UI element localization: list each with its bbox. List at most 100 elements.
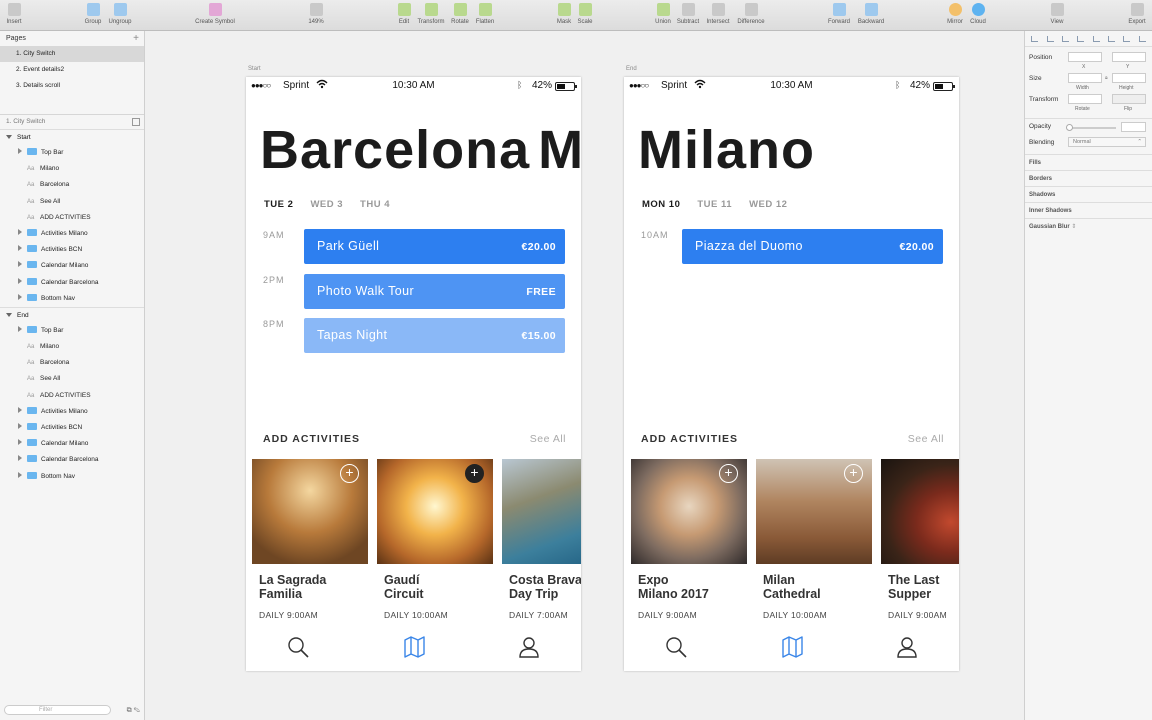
add-activity-icon[interactable]: + — [465, 464, 484, 483]
difference-button[interactable]: Difference — [725, 3, 777, 25]
profile-icon[interactable] — [517, 635, 541, 659]
align-icon[interactable] — [1061, 35, 1069, 42]
artboard-row[interactable]: Start — [0, 129, 144, 145]
disclosure-icon[interactable] — [6, 312, 12, 317]
rotate-input[interactable] — [1068, 94, 1102, 104]
add-activity-icon[interactable]: + — [844, 464, 863, 483]
see-all-link[interactable]: See All — [530, 433, 566, 445]
opacity-slider-handle[interactable] — [1066, 124, 1073, 131]
disclosure-icon[interactable] — [18, 261, 22, 268]
activity-card[interactable]: + Gaudí Circuit DAILY 10:00AM — [377, 459, 493, 620]
disclosure-icon[interactable] — [18, 228, 22, 235]
align-icon[interactable] — [1123, 35, 1131, 42]
disclosure-icon[interactable] — [18, 439, 22, 446]
blending-select[interactable]: Normal ⌃ — [1068, 137, 1146, 147]
y-input[interactable] — [1112, 52, 1146, 62]
add-page-icon[interactable]: + — [133, 32, 139, 46]
align-icon[interactable] — [1077, 35, 1085, 42]
flatten-button[interactable]: Flatten — [459, 3, 511, 25]
backward-button[interactable]: Backward — [845, 3, 897, 25]
create-symbol-button[interactable]: Create Symbol — [189, 3, 241, 25]
disclosure-icon[interactable] — [18, 148, 22, 154]
opacity-slider[interactable] — [1068, 127, 1116, 129]
layer-text-row[interactable]: Aa ADD ACTIVITIES — [0, 388, 144, 404]
align-icon[interactable] — [1108, 35, 1116, 42]
cloud-button[interactable]: Cloud — [952, 3, 1004, 25]
event-card[interactable]: Piazza del Duomo €20.00 — [682, 229, 943, 264]
view-button[interactable]: View — [1031, 3, 1083, 25]
disclosure-icon[interactable] — [18, 471, 22, 478]
layer-group-row[interactable]: Calendar Barcelona — [0, 452, 144, 468]
height-input[interactable] — [1112, 73, 1146, 83]
layer-filter-input[interactable]: Filter — [4, 705, 111, 715]
artboard-end[interactable]: ●●●○○ Sprint 10:30 AM ᛒ 42% Milano MON 10 TUE 1… — [624, 77, 959, 671]
page-item[interactable]: 2. Event details2 — [0, 62, 144, 78]
layer-group-row[interactable]: Calendar Milano — [0, 258, 144, 274]
zoom-control[interactable]: 149% — [290, 3, 342, 25]
align-icon[interactable] — [1138, 35, 1146, 42]
scale-button[interactable]: Scale — [559, 3, 611, 25]
ungroup-button[interactable]: Ungroup — [94, 3, 146, 25]
layer-text-row[interactable]: Aa Milano — [0, 339, 144, 355]
activity-card[interactable]: + Expo Milano 2017 DAILY 9:00AM — [631, 459, 747, 620]
event-card[interactable]: Photo Walk Tour FREE — [304, 274, 565, 309]
fills-section[interactable]: Fills — [1025, 154, 1152, 170]
add-activity-icon[interactable]: + — [719, 464, 738, 483]
day-tab[interactable]: MON 10 — [642, 199, 680, 210]
layer-text-row[interactable]: Aa Barcelona — [0, 177, 144, 193]
align-icon[interactable] — [1092, 35, 1100, 42]
day-tab[interactable]: TUE 2 — [264, 199, 293, 210]
disclosure-icon[interactable] — [18, 455, 22, 462]
lock-icon[interactable]: 🔒︎ — [1105, 75, 1108, 81]
activity-card[interactable]: + La Sagrada Familia DAILY 9:00AM — [252, 459, 368, 620]
disclosure-icon[interactable] — [6, 135, 12, 139]
layer-group-row[interactable]: Calendar Milano — [0, 436, 144, 452]
width-input[interactable] — [1068, 73, 1102, 83]
activity-card[interactable]: The Last Supper DAILY 9:00AM — [881, 459, 959, 620]
layer-group-row[interactable]: Activities Milano — [0, 404, 144, 420]
event-card[interactable]: Tapas Night €15.00 — [304, 318, 565, 353]
artboard-label-start[interactable]: Start — [248, 66, 261, 72]
layer-group-row[interactable]: Activities BCN — [0, 420, 144, 436]
canvas[interactable]: Start End ●●●○○ Sprint 10:30 AM ᛒ 42% Barcelo… — [145, 31, 1024, 720]
layer-group-row[interactable]: Top Bar — [0, 323, 144, 339]
artboard-start[interactable]: ●●●○○Sprint10:30 AMᛒ42% BarcelonaMi TUE 2 W… — [246, 77, 581, 671]
disclosure-icon[interactable] — [18, 406, 22, 413]
inner-shadows-section[interactable]: Inner Shadows — [1025, 202, 1152, 218]
panel-tools-icon[interactable]: ⧉ ✎ — [127, 707, 140, 715]
artboard-row[interactable]: End — [0, 306, 144, 323]
layer-text-row[interactable]: Aa Barcelona — [0, 355, 144, 371]
map-icon[interactable] — [781, 635, 805, 659]
artboard-label-end[interactable]: End — [626, 66, 637, 72]
search-icon[interactable] — [664, 635, 688, 659]
export-button[interactable]: Export — [1111, 3, 1152, 25]
page-item[interactable]: 3. Details scroll — [0, 78, 144, 94]
layer-group-row[interactable]: Calendar Barcelona — [0, 275, 144, 291]
profile-icon[interactable] — [895, 635, 919, 659]
borders-section[interactable]: Borders — [1025, 170, 1152, 186]
collapse-icon[interactable] — [132, 118, 140, 126]
layer-group-row[interactable]: Activities BCN — [0, 242, 144, 258]
add-activity-icon[interactable]: + — [340, 464, 359, 483]
disclosure-icon[interactable] — [18, 277, 22, 284]
page-item[interactable]: 1. City Switch — [0, 46, 144, 62]
activity-card[interactable]: Costa Brava Day Trip DAILY 7:00AM — [502, 459, 581, 620]
disclosure-icon[interactable] — [18, 423, 22, 429]
see-all-link[interactable]: See All — [908, 433, 944, 445]
flip-buttons[interactable] — [1112, 94, 1146, 104]
disclosure-icon[interactable] — [18, 325, 22, 332]
layer-group-row[interactable]: Bottom Nav — [0, 469, 144, 485]
event-card[interactable]: Park Güell €20.00 — [304, 229, 565, 264]
day-tab[interactable]: WED 3 — [310, 199, 343, 210]
layer-group-row[interactable]: Activities Milano — [0, 226, 144, 242]
layer-group-row[interactable]: Top Bar — [0, 145, 144, 161]
day-tab[interactable]: WED 12 — [749, 199, 787, 210]
disclosure-icon[interactable] — [18, 293, 22, 300]
layer-text-row[interactable]: Aa See All — [0, 371, 144, 387]
shadows-section[interactable]: Shadows — [1025, 186, 1152, 202]
day-tab[interactable]: TUE 11 — [697, 199, 732, 210]
x-input[interactable] — [1068, 52, 1102, 62]
insert-button[interactable]: Insert — [0, 3, 40, 25]
map-icon[interactable] — [403, 635, 427, 659]
layer-text-row[interactable]: Aa See All — [0, 194, 144, 210]
